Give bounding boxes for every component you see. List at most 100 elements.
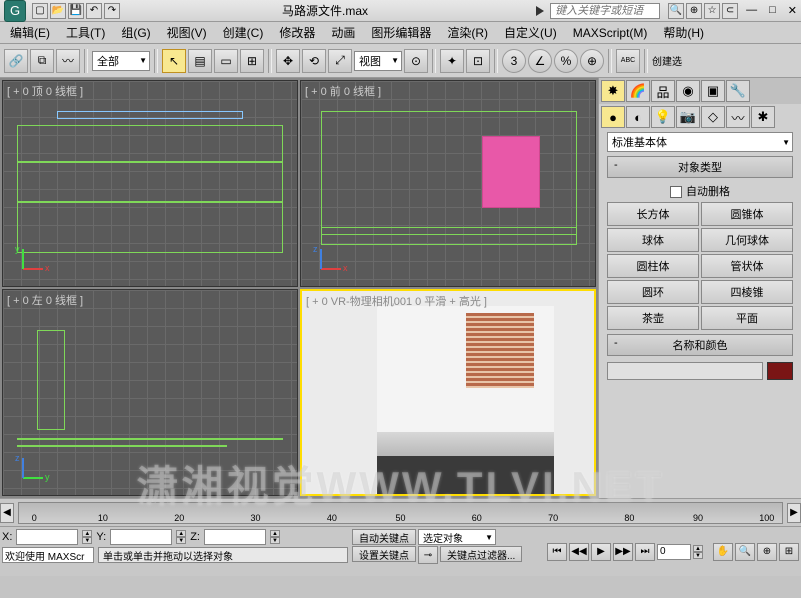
manip-icon[interactable]: ✦ xyxy=(440,49,464,73)
vp-max-icon[interactable]: ⊞ xyxy=(779,543,799,561)
color-swatch[interactable] xyxy=(767,362,793,380)
sub-systems[interactable]: ✱ xyxy=(751,106,775,128)
keyfilter-button[interactable]: 关键点过滤器... xyxy=(440,546,522,562)
sub-lights[interactable]: 💡 xyxy=(651,106,675,128)
menu-tools[interactable]: 工具(T) xyxy=(58,22,113,43)
viewport-left[interactable]: [ + 0 左 0 线框 ] yz xyxy=(2,289,298,496)
help-icon[interactable]: ☆ xyxy=(704,3,720,19)
move-icon[interactable]: ✥ xyxy=(276,49,300,73)
sub-space[interactable]: 〰 xyxy=(726,106,750,128)
keymode-combo[interactable]: 选定对象 xyxy=(418,529,496,545)
select-window-icon[interactable]: ⊞ xyxy=(240,49,264,73)
tab-motion[interactable]: ◉ xyxy=(676,80,700,102)
next-frame-icon[interactable]: ▶▶ xyxy=(613,543,633,561)
menu-customize[interactable]: 自定义(U) xyxy=(496,22,565,43)
btn-torus[interactable]: 圆环 xyxy=(607,280,699,304)
tab-create[interactable]: ✸ xyxy=(601,80,625,102)
btn-geosphere[interactable]: 几何球体 xyxy=(701,228,793,252)
named-sel-icon[interactable]: ABC xyxy=(616,49,640,73)
unlink-icon[interactable]: ⧉ xyxy=(30,49,54,73)
keymode-icon[interactable]: ⊡ xyxy=(466,49,490,73)
snap-percent-icon[interactable]: % xyxy=(554,49,578,73)
rollout-namecolor[interactable]: 名称和颜色 xyxy=(607,334,793,356)
tab-display[interactable]: ▣ xyxy=(701,80,725,102)
snap-angle-icon[interactable]: ∠ xyxy=(528,49,552,73)
tab-modify[interactable]: 🌈 xyxy=(626,80,650,102)
sub-shapes[interactable]: ◐ xyxy=(626,106,650,128)
btn-plane[interactable]: 平面 xyxy=(701,306,793,330)
menu-graph[interactable]: 图形编辑器 xyxy=(363,22,439,43)
viewport-top[interactable]: [ + 0 顶 0 线框 ] xy xyxy=(2,80,298,287)
btn-teapot[interactable]: 茶壶 xyxy=(607,306,699,330)
sub-geometry[interactable]: ● xyxy=(601,106,625,128)
x-input[interactable] xyxy=(16,529,78,545)
z-input[interactable] xyxy=(204,529,266,545)
vp-orbit-icon[interactable]: ⊕ xyxy=(757,543,777,561)
menu-maxscript[interactable]: MAXScript(M) xyxy=(565,24,656,42)
y-input[interactable] xyxy=(110,529,172,545)
redo-icon[interactable]: ↷ xyxy=(104,3,120,19)
timeline-right[interactable]: ▶ xyxy=(787,503,801,523)
play-icon[interactable] xyxy=(536,6,544,16)
save-icon[interactable]: 💾 xyxy=(68,3,84,19)
viewport-front[interactable]: [ + 0 前 0 线框 ] xz xyxy=(300,80,596,287)
btn-sphere[interactable]: 球体 xyxy=(607,228,699,252)
viewport-camera[interactable]: [ + 0 VR-物理相机001 0 平滑 + 高光 ] xyxy=(300,289,596,496)
timeline-left[interactable]: ◀ xyxy=(0,503,14,523)
play-anim-icon[interactable]: ▶ xyxy=(591,543,611,561)
close-icon[interactable]: ✕ xyxy=(788,4,797,17)
selection-filter[interactable]: 全部 xyxy=(92,51,150,71)
menu-group[interactable]: 组(G) xyxy=(113,22,158,43)
btn-box[interactable]: 长方体 xyxy=(607,202,699,226)
snap-3-icon[interactable]: 3 xyxy=(502,49,526,73)
new-icon[interactable]: ▢ xyxy=(32,3,48,19)
btn-cylinder[interactable]: 圆柱体 xyxy=(607,254,699,278)
info-icon[interactable]: ⊂ xyxy=(722,3,738,19)
setkey-button[interactable]: 设置关键点 xyxy=(352,546,416,562)
frame-input[interactable] xyxy=(657,544,691,560)
select-rect-icon[interactable]: ▭ xyxy=(214,49,238,73)
goto-start-icon[interactable]: ⏮ xyxy=(547,543,567,561)
btn-pyramid[interactable]: 四棱锥 xyxy=(701,280,793,304)
goto-end-icon[interactable]: ⏭ xyxy=(635,543,655,561)
btn-cone[interactable]: 圆锥体 xyxy=(701,202,793,226)
key-icon[interactable]: ⊸ xyxy=(418,546,438,564)
bind-icon[interactable]: 〰 xyxy=(56,49,80,73)
menu-views[interactable]: 视图(V) xyxy=(159,22,215,43)
menu-modifiers[interactable]: 修改器 xyxy=(271,22,323,43)
menu-edit[interactable]: 编辑(E) xyxy=(2,22,58,43)
script-listener[interactable]: 欢迎使用 MAXScr xyxy=(2,547,94,563)
minimize-icon[interactable]: — xyxy=(746,4,757,17)
autogrid-checkbox[interactable] xyxy=(670,186,682,198)
link-icon[interactable]: 🔗 xyxy=(4,49,28,73)
autokey-button[interactable]: 自动关键点 xyxy=(352,529,416,545)
snap-spinner-icon[interactable]: ⊕ xyxy=(580,49,604,73)
sub-cameras[interactable]: 📷 xyxy=(676,106,700,128)
select-name-icon[interactable]: ▤ xyxy=(188,49,212,73)
vp-zoom-icon[interactable]: 🔍 xyxy=(735,543,755,561)
object-name-input[interactable] xyxy=(607,362,763,380)
rollout-objecttype[interactable]: 对象类型 xyxy=(607,156,793,178)
undo-icon[interactable]: ↶ xyxy=(86,3,102,19)
menu-rendering[interactable]: 渲染(R) xyxy=(439,22,496,43)
tab-hierarchy[interactable]: 品 xyxy=(651,80,675,102)
vp-pan-icon[interactable]: ✋ xyxy=(713,543,733,561)
menu-create[interactable]: 创建(C) xyxy=(215,22,272,43)
coord-system[interactable]: 视图 xyxy=(354,51,402,71)
portal-icon[interactable]: ⊕ xyxy=(686,3,702,19)
maximize-icon[interactable]: □ xyxy=(769,4,776,17)
binoculars-icon[interactable]: 🔍 xyxy=(668,3,684,19)
time-ruler[interactable]: 0 10 20 30 40 50 60 70 80 90 100 xyxy=(18,502,783,524)
category-dropdown[interactable]: 标准基本体 xyxy=(607,132,793,152)
sub-helpers[interactable]: ◇ xyxy=(701,106,725,128)
scale-icon[interactable]: ⤢ xyxy=(328,49,352,73)
menu-help[interactable]: 帮助(H) xyxy=(655,22,712,43)
search-input[interactable] xyxy=(550,3,660,19)
menu-animation[interactable]: 动画 xyxy=(323,22,363,43)
pivot-icon[interactable]: ⊙ xyxy=(404,49,428,73)
tab-utilities[interactable]: 🔧 xyxy=(726,80,750,102)
btn-tube[interactable]: 管状体 xyxy=(701,254,793,278)
open-icon[interactable]: 📂 xyxy=(50,3,66,19)
select-cursor-icon[interactable]: ↖ xyxy=(162,49,186,73)
rotate-icon[interactable]: ⟲ xyxy=(302,49,326,73)
